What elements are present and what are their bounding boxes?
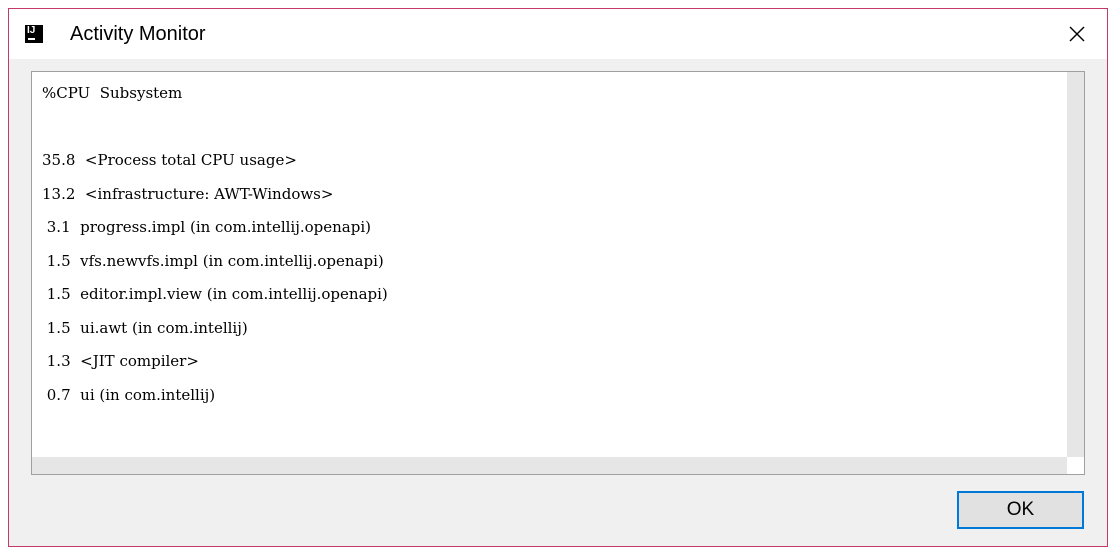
usage-line: 1.3 <JIT compiler> bbox=[42, 352, 199, 370]
vertical-scrollbar[interactable] bbox=[1067, 72, 1084, 458]
activity-monitor-dialog: IJ Activity Monitor %CPU Subsystem 35.8 … bbox=[8, 8, 1108, 547]
text-viewport: %CPU Subsystem 35.8 <Process total CPU u… bbox=[32, 72, 1067, 458]
usage-line: 3.1 progress.impl (in com.intellij.opena… bbox=[42, 218, 372, 236]
usage-line: 0.7 ui (in com.intellij) bbox=[42, 385, 216, 404]
close-icon bbox=[1069, 26, 1085, 42]
window-title: Activity Monitor bbox=[70, 23, 206, 45]
usage-line: 1.5 vfs.newvfs.impl (in com.intellij.ope… bbox=[42, 251, 384, 270]
usage-line: 1.5 editor.impl.view (in com.intellij.op… bbox=[42, 285, 388, 303]
blank-line bbox=[42, 116, 388, 150]
app-icon-label: IJ bbox=[27, 25, 36, 36]
scrollbar-corner bbox=[1067, 457, 1084, 474]
header-line: %CPU Subsystem bbox=[42, 84, 183, 102]
usage-line: 35.8 <Process total CPU usage> bbox=[42, 151, 297, 169]
ok-button[interactable]: OK bbox=[957, 491, 1084, 529]
horizontal-scrollbar[interactable] bbox=[32, 457, 1067, 474]
usage-line: 1.5 ui.awt (in com.intellij) bbox=[42, 318, 248, 337]
intellij-app-icon: IJ bbox=[25, 25, 43, 43]
activity-text-area[interactable]: %CPU Subsystem 35.8 <Process total CPU u… bbox=[31, 71, 1085, 475]
usage-line: 13.2 <infrastructure: AWT-Windows> bbox=[42, 184, 334, 203]
title-bar: IJ Activity Monitor bbox=[9, 9, 1107, 59]
cpu-usage-list: %CPU Subsystem 35.8 <Process total CPU u… bbox=[42, 82, 388, 417]
close-button[interactable] bbox=[1047, 9, 1107, 59]
